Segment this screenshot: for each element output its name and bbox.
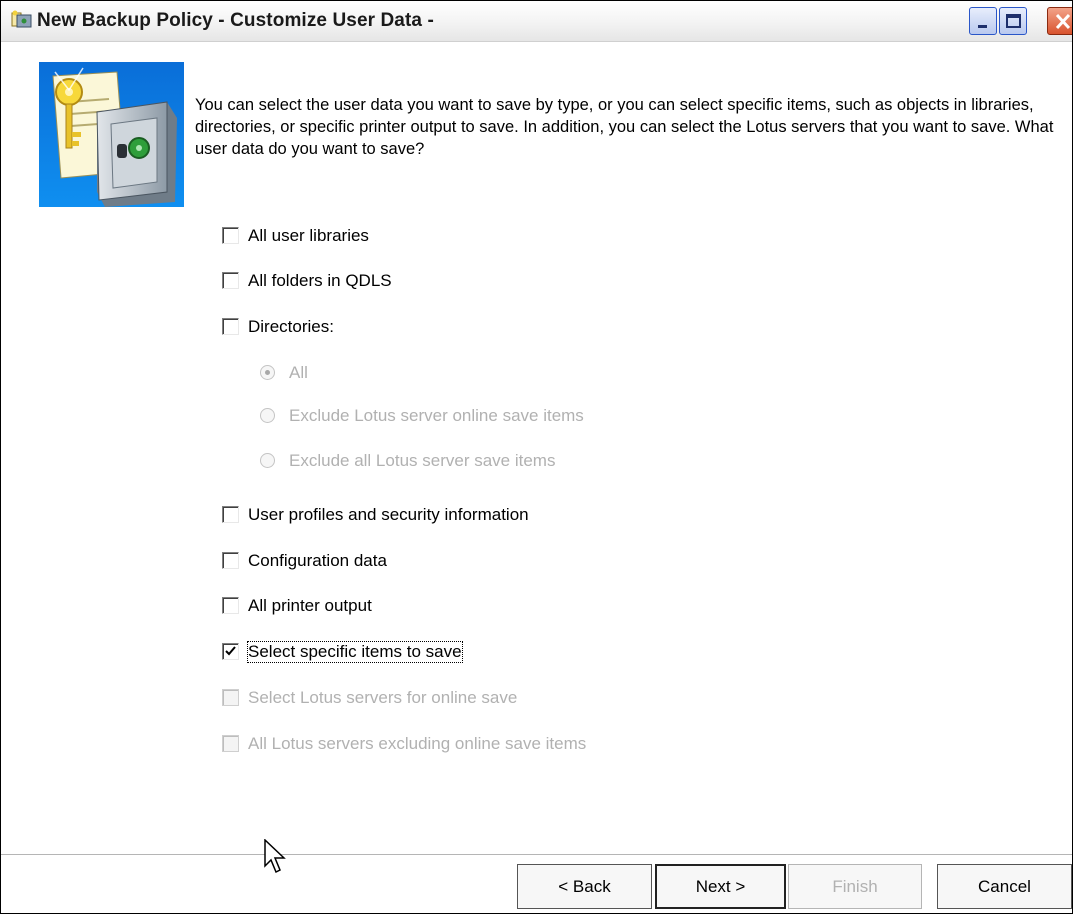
cancel-button[interactable]: Cancel [937,864,1072,909]
radio-button[interactable] [260,365,275,380]
checkbox[interactable] [222,318,239,335]
option-label: Directories: [248,317,334,336]
option-label: All Lotus servers excluding online save … [248,734,587,753]
maximize-button[interactable] [999,7,1027,35]
radio-label: All [289,363,308,382]
checkbox[interactable] [222,272,239,289]
minimize-button[interactable] [969,7,997,35]
radio-button[interactable] [260,453,275,468]
backup-policy-window: New Backup Policy - Customize User Data … [0,0,1073,914]
mouse-cursor-icon [263,838,287,875]
back-button[interactable]: < Back [517,864,652,909]
option-label: Select specific items to save [247,641,463,663]
checkbox[interactable] [222,735,239,752]
checkbox[interactable] [222,552,239,569]
option-label: All folders in QDLS [248,271,392,290]
checkbox[interactable] [222,597,239,614]
checkbox[interactable] [222,227,239,244]
checkbox[interactable] [222,689,239,706]
option-label: All printer output [248,596,372,615]
backup-policy-icon [11,10,33,30]
title-bar[interactable]: New Backup Policy - Customize User Data … [1,1,1072,42]
intro-text: You can select the user data you want to… [195,96,1054,158]
key-and-safe-icon [39,62,184,207]
window-title: New Backup Policy - Customize User Data … [37,10,434,31]
radio-label: Exclude Lotus server online save items [289,406,584,425]
option-label: User profiles and security information [248,505,529,524]
radio-button[interactable] [260,408,275,423]
close-button[interactable] [1047,7,1072,35]
divider [1,854,1072,855]
next-button[interactable]: Next > [655,864,786,909]
option-label: Configuration data [248,551,387,570]
finish-button[interactable]: Finish [788,864,922,909]
checkbox[interactable] [222,506,239,523]
radio-label: Exclude all Lotus server save items [289,451,556,470]
checkbox-checked[interactable] [222,643,239,660]
option-label: All user libraries [248,226,369,245]
checkmark-icon [225,646,236,656]
radio-selected-dot [265,370,270,375]
option-label: Select Lotus servers for online save [248,688,518,707]
